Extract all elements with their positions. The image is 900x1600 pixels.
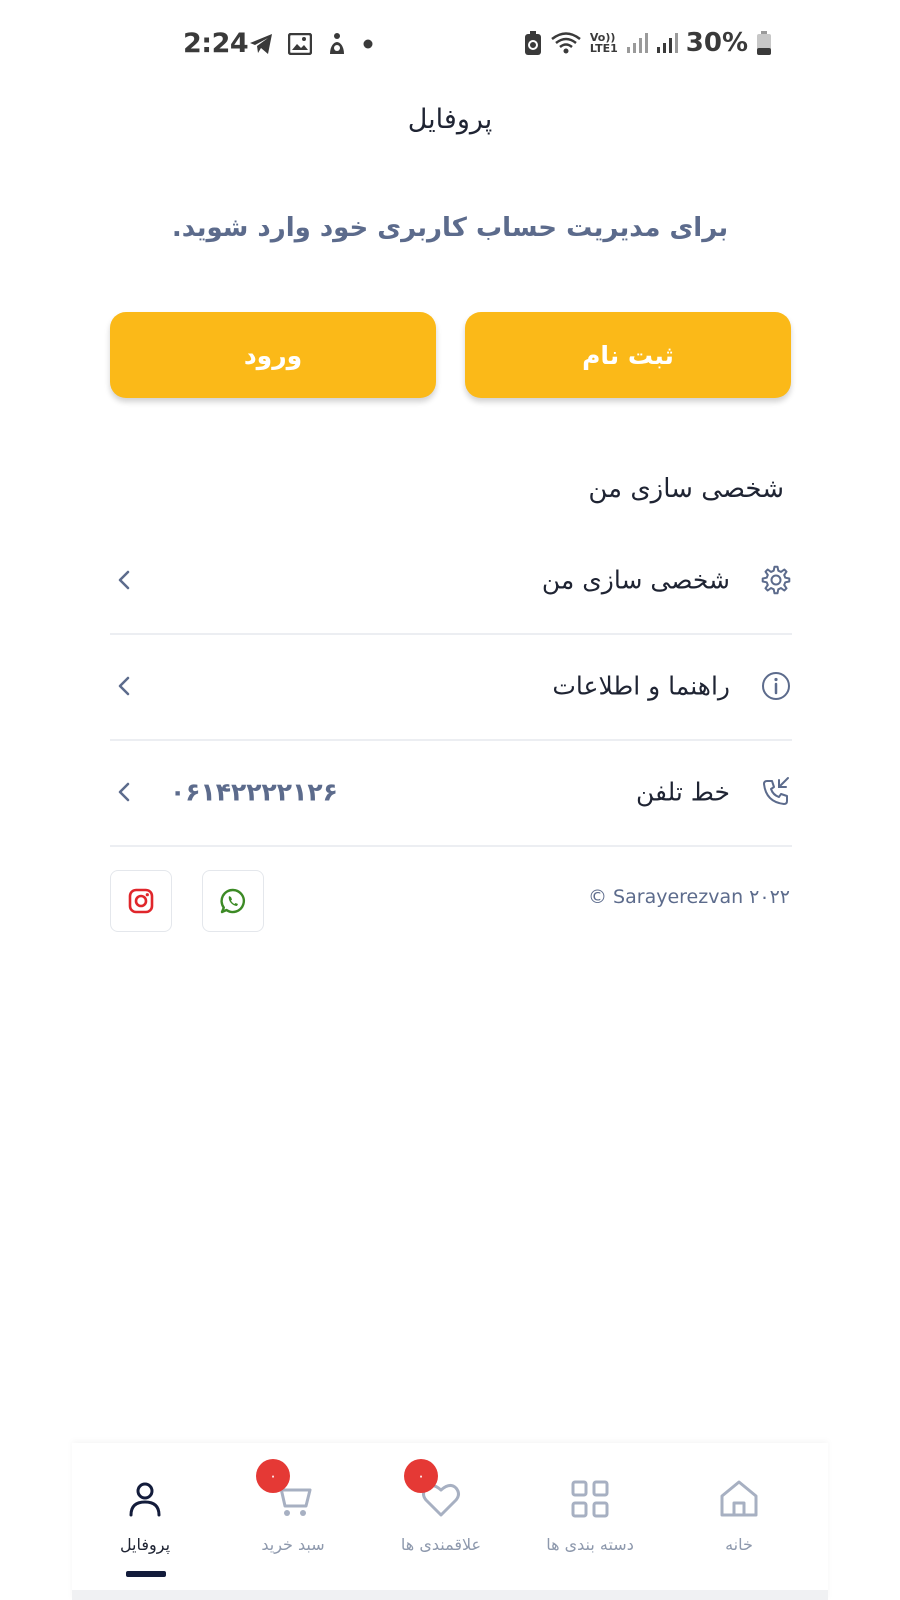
gesture-bar-area: [72, 1590, 828, 1600]
page-title: پروفایل: [407, 104, 493, 135]
lte-label: LTE1: [589, 42, 618, 55]
section-title: شخصی سازی من: [588, 474, 784, 504]
dot-icon: [363, 39, 373, 49]
battery-saver-icon: [524, 31, 541, 55]
signal-icon: [656, 33, 678, 53]
nav-item-home[interactable]: خانه: [664, 1443, 814, 1600]
menu-item-label: راهنما و اطلاعات: [552, 671, 730, 701]
gear-icon: [761, 565, 791, 595]
nav-label: دسته بندی ها: [546, 1535, 634, 1554]
menu-item-label: شخصی سازی من: [541, 565, 730, 595]
volte-indicator: Vo)) LTE1: [590, 32, 618, 54]
wifi-icon: [551, 32, 581, 54]
instagram-button[interactable]: [110, 870, 172, 932]
cart-badge: ۰: [256, 1459, 290, 1493]
menu-item-help[interactable]: راهنما و اطلاعات: [110, 633, 792, 741]
telegram-icon: [250, 34, 272, 54]
battery-icon: [757, 31, 771, 55]
nav-label: پروفایل: [119, 1535, 171, 1554]
chevron-left-icon: [118, 676, 130, 696]
accessibility-icon: [330, 33, 344, 54]
whatsapp-button[interactable]: [202, 870, 264, 932]
favorites-badge: ۰: [404, 1459, 438, 1493]
nav-item-profile[interactable]: پروفایل: [70, 1443, 220, 1600]
copyright-text: © Sarayerezvan ۲۰۲۲: [588, 886, 790, 908]
user-icon: [129, 1482, 161, 1517]
nav-label: خانه: [725, 1535, 753, 1554]
login-button[interactable]: ورود: [110, 312, 436, 398]
phone-icon: [763, 777, 789, 805]
status-bar: 2:24 Vo)) LTE1 30%: [0, 0, 900, 92]
info-icon: [762, 672, 790, 700]
status-notification-icons: [248, 32, 374, 56]
instagram-icon: [128, 888, 154, 914]
nav-item-favorites[interactable]: ۰ علاقمندی ها: [366, 1443, 516, 1600]
status-system-icons: Vo)) LTE1 30%: [524, 28, 772, 58]
status-time: 2:24: [183, 28, 249, 59]
home-icon: [720, 1480, 758, 1517]
nav-item-cart[interactable]: ۰ سبد خرید: [218, 1443, 368, 1600]
phone-number: ۰۶۱۴۲۲۲۲۱۲۶: [170, 777, 338, 807]
grid-icon: [571, 1480, 609, 1518]
menu-item-phone[interactable]: خط تلفن ۰۶۱۴۲۲۲۲۱۲۶: [110, 739, 792, 847]
signal-icon: [626, 33, 648, 53]
nav-item-categories[interactable]: دسته بندی ها: [515, 1443, 665, 1600]
whatsapp-icon: [220, 888, 246, 914]
chevron-left-icon: [118, 570, 130, 590]
chevron-left-icon: [118, 782, 130, 802]
bottom-nav: پروفایل ۰ سبد خرید ۰ علاقمندی ها دسته بن…: [72, 1443, 828, 1600]
active-tab-indicator: [126, 1571, 166, 1577]
nav-label: علاقمندی ها: [400, 1535, 482, 1554]
register-button[interactable]: ثبت نام: [465, 312, 791, 398]
menu-item-label: خط تلفن: [635, 777, 730, 807]
nav-label: سبد خرید: [261, 1535, 325, 1554]
battery-percent: 30%: [685, 28, 748, 58]
login-prompt: برای مدیریت حساب کاربری خود وارد شوید.: [171, 213, 729, 243]
menu-item-personalize[interactable]: شخصی سازی من: [110, 527, 792, 635]
image-icon: [288, 33, 312, 55]
